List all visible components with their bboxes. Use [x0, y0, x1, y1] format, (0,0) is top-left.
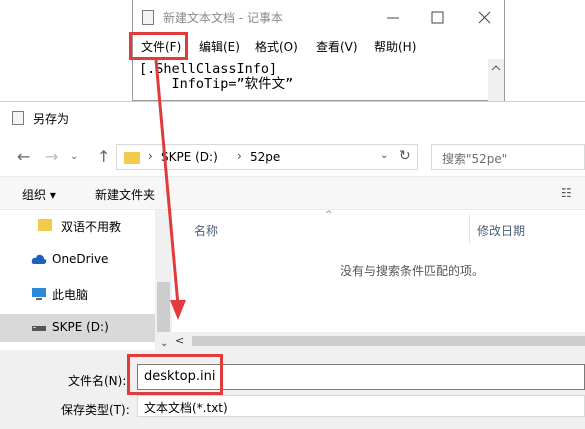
nav-item-onedrive[interactable]: OneDrive	[0, 246, 155, 274]
breadcrumb-folder[interactable]: 52pe	[250, 150, 280, 164]
organize-button[interactable]: 组织 ▾	[22, 186, 56, 203]
filetype-select[interactable]: 文本文档(*.txt)	[137, 395, 585, 417]
text-line: [.ShellClassInfo]	[139, 61, 278, 77]
notepad-text-area[interactable]: [.ShellClassInfo] InfoTip=”软件文”	[139, 62, 293, 92]
menu-format[interactable]: 格式(O)	[255, 38, 298, 55]
nav-item-folder[interactable]: 双语不用教	[0, 212, 155, 240]
column-header-name[interactable]: 名称	[194, 222, 218, 239]
chevron-down-icon[interactable]: ⌄	[380, 150, 388, 161]
scrollbar-thumb[interactable]	[192, 336, 585, 346]
highlight-file-menu	[129, 32, 188, 60]
view-options-icon[interactable]: ☷	[561, 186, 572, 200]
nav-item-label: OneDrive	[52, 252, 109, 266]
nav-scrollbar[interactable]	[155, 210, 172, 350]
save-options-panel: 文件名(N): desktop.ini 保存类型(T): 文本文档(*.txt)	[0, 350, 585, 429]
up-button[interactable]: ↑	[97, 147, 110, 166]
nav-item-this-pc[interactable]: 此电脑	[0, 280, 155, 308]
dialog-titlebar[interactable]: 另存为	[0, 102, 585, 132]
search-input[interactable]: 搜索"52pe"	[431, 144, 585, 170]
close-button[interactable]	[469, 9, 499, 27]
navigation-pane: 双语不用教 OneDrive 此电脑 SKPE (D:)	[0, 210, 172, 350]
notepad-menubar: 文件(F) 编辑(E) 格式(O) 查看(V) 帮助(H)	[133, 34, 504, 58]
minimize-icon	[387, 17, 399, 19]
notepad-icon	[142, 10, 154, 25]
save-as-dialog: 另存为 ← → ⌄ ↑ › SKPE (D:) › 52pe ⌄ ↻ 搜索"52…	[0, 101, 585, 429]
sort-indicator-icon: ^	[325, 210, 333, 220]
maximize-icon	[431, 11, 444, 24]
nav-item-drive[interactable]: SKPE (D:)	[0, 314, 155, 342]
drive-icon	[32, 326, 46, 331]
empty-message: 没有与搜索条件匹配的项。	[340, 264, 485, 278]
minimize-button[interactable]	[378, 9, 408, 27]
scroll-down-icon[interactable]: ⌄	[160, 338, 168, 349]
menu-view[interactable]: 查看(V)	[316, 38, 358, 55]
maximize-button[interactable]	[423, 9, 453, 27]
notepad-scrollbar[interactable]	[488, 59, 504, 101]
nav-item-label: 此电脑	[52, 288, 89, 302]
history-dropdown-icon[interactable]: ⌄	[70, 151, 78, 162]
computer-icon	[32, 288, 46, 300]
column-divider[interactable]	[469, 214, 470, 244]
close-icon	[478, 11, 491, 24]
address-bar[interactable]: › SKPE (D:) › 52pe ⌄ ↻	[116, 144, 418, 170]
navigation-bar: ← → ⌄ ↑ › SKPE (D:) › 52pe ⌄ ↻ 搜索"52pe"	[0, 140, 585, 174]
new-folder-button[interactable]: 新建文件夹	[95, 186, 155, 203]
search-placeholder: 搜索"52pe"	[442, 152, 508, 166]
notepad-title: 新建文本文档 - 记事本	[163, 11, 283, 25]
folder-icon	[124, 152, 140, 164]
refresh-icon[interactable]: ↻	[399, 148, 411, 164]
highlight-filename	[127, 354, 223, 395]
filetype-label: 保存类型(T):	[61, 403, 130, 417]
scroll-up-icon	[491, 65, 501, 71]
chevron-right-icon[interactable]: ›	[237, 149, 242, 163]
cloud-icon	[31, 254, 47, 264]
menu-edit[interactable]: 编辑(E)	[199, 38, 240, 55]
notepad-titlebar[interactable]: 新建文本文档 - 记事本	[133, 0, 504, 34]
dialog-title: 另存为	[33, 112, 70, 126]
nav-item-label: SKPE (D:)	[52, 320, 109, 334]
horizontal-scrollbar[interactable]: <	[172, 332, 585, 350]
menu-help[interactable]: 帮助(H)	[374, 38, 416, 55]
text-line: InfoTip=”软件文”	[139, 76, 294, 92]
back-button[interactable]: ←	[17, 147, 30, 166]
breadcrumb-drive[interactable]: SKPE (D:)	[161, 150, 218, 164]
scroll-left-icon[interactable]: <	[175, 334, 184, 347]
command-bar: 组织 ▾ 新建文件夹 ☷	[0, 176, 585, 210]
folder-icon	[38, 219, 52, 231]
notepad-icon	[12, 111, 24, 125]
nav-item-label: 双语不用教	[61, 220, 122, 234]
filetype-value: 文本文档(*.txt)	[144, 401, 228, 415]
scrollbar-thumb[interactable]	[157, 282, 170, 332]
filename-label: 文件名(N):	[68, 374, 127, 388]
column-header-date[interactable]: 修改日期	[477, 222, 525, 239]
file-list: ^ 名称 修改日期 没有与搜索条件匹配的项。	[172, 210, 585, 350]
chevron-right-icon[interactable]: ›	[148, 149, 153, 163]
forward-button[interactable]: →	[45, 147, 58, 166]
